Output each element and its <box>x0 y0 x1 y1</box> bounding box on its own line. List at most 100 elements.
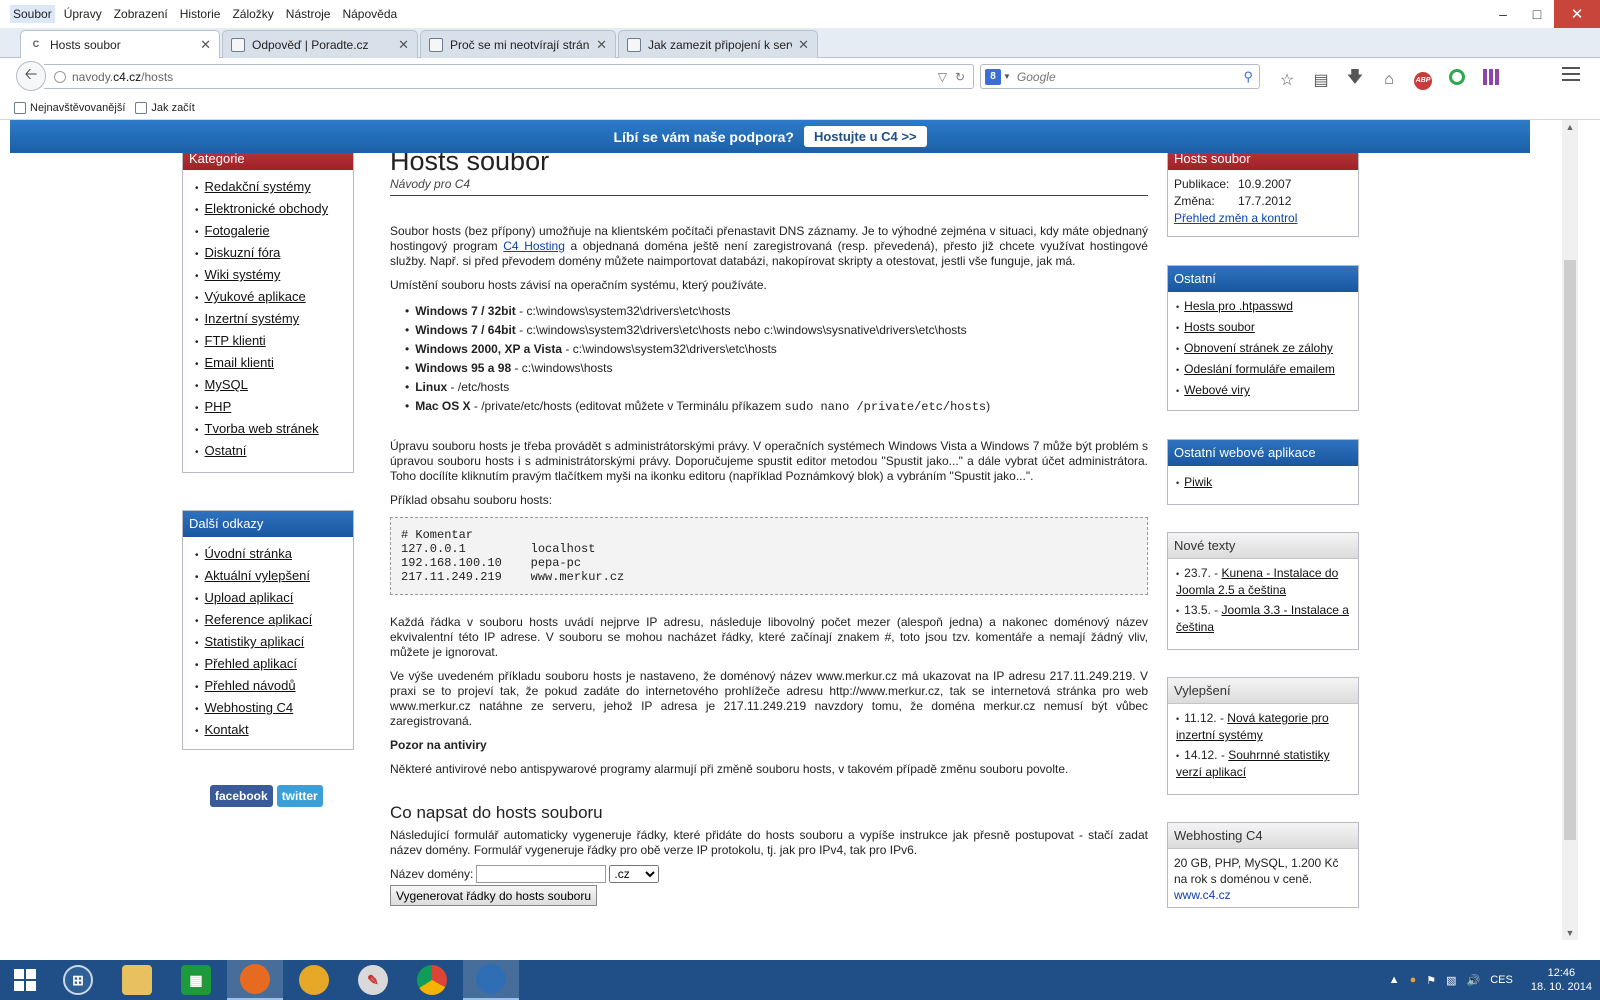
window-controls: – □ ✕ <box>1486 0 1600 28</box>
avast-icon[interactable]: ● <box>1410 974 1417 986</box>
maximize-icon[interactable]: □ <box>1520 0 1554 28</box>
tab-hosts-soubor[interactable]: C Hosts soubor ✕ <box>20 30 220 59</box>
clock[interactable]: 12:46 18. 10. 2014 <box>1531 966 1592 994</box>
close-tab-icon[interactable]: ✕ <box>200 37 211 53</box>
list-item: Windows 2000, XP a Vista - c:\windows\sy… <box>415 340 1148 359</box>
volume-icon[interactable]: 🔊 <box>1467 974 1481 987</box>
taskbar-mail[interactable] <box>286 960 342 1000</box>
zmena-value: 17.7.2012 <box>1238 194 1292 208</box>
taskbar-firefox[interactable] <box>227 960 283 1000</box>
taskbar-start-screen[interactable]: ⊞ <box>50 960 106 1000</box>
search-icon[interactable]: ⚲ <box>1243 69 1253 85</box>
url-text[interactable]: navody.c4.cz/hosts <box>72 70 938 84</box>
close-tab-icon[interactable]: ✕ <box>798 37 809 53</box>
start-button[interactable] <box>0 960 50 1000</box>
more-link[interactable]: Přehled aplikací <box>205 656 298 671</box>
more-link[interactable]: Reference aplikací <box>205 612 313 627</box>
category-link[interactable]: Ostatní <box>205 443 247 458</box>
promo-hosting-button[interactable]: Hostujte u C4 >> <box>803 126 927 147</box>
scroll-down-icon[interactable]: ▼ <box>1562 928 1578 938</box>
tray-expand-icon[interactable]: ▲ <box>1389 974 1400 986</box>
bookmark-getting-started[interactable]: Jak začít <box>135 101 195 114</box>
category-link[interactable]: PHP <box>205 399 232 414</box>
twitter-button[interactable]: twitter <box>276 785 323 807</box>
engine-dropdown-icon[interactable]: ▼ <box>1003 72 1011 81</box>
minimize-icon[interactable]: – <box>1486 0 1520 28</box>
taskbar-thunderbird[interactable] <box>463 960 519 1000</box>
menu-soubor[interactable]: Soubor <box>10 5 55 23</box>
menu-nastroje[interactable]: Nástroje <box>283 5 334 23</box>
category-link[interactable]: FTP klienti <box>205 333 266 348</box>
menu-zobrazeni[interactable]: Zobrazení <box>111 5 171 23</box>
bookmark-star-icon[interactable]: ☆ <box>1270 70 1304 90</box>
more-link[interactable]: Kontakt <box>205 722 249 737</box>
category-link[interactable]: Wiki systémy <box>205 267 281 282</box>
menu-hamburger-icon[interactable] <box>1562 67 1580 81</box>
tab-poradte[interactable]: Odpověď | Poradte.cz ✕ <box>222 30 418 58</box>
close-tab-icon[interactable]: ✕ <box>398 37 409 53</box>
page-scrollbar[interactable]: ▲ ▼ <box>1562 120 1578 940</box>
category-link[interactable]: Inzertní systémy <box>205 311 300 326</box>
close-window-icon[interactable]: ✕ <box>1554 0 1600 28</box>
category-link[interactable]: Elektronické obchody <box>205 201 329 216</box>
promo-banner: Líbí se vám naše podpora? Hostujte u C4 … <box>10 120 1530 153</box>
bookmark-most-visited[interactable]: Nejnavštěvovanější <box>14 101 125 114</box>
domain-input[interactable] <box>476 865 607 883</box>
menu-historie[interactable]: Historie <box>177 5 224 23</box>
more-link[interactable]: Přehled návodů <box>205 678 296 693</box>
generate-button[interactable]: Vygenerovat řádky do hosts souboru <box>390 885 598 906</box>
other-link[interactable]: Webové viry <box>1184 383 1250 397</box>
windows-orb-icon: ⊞ <box>63 965 93 995</box>
category-link[interactable]: Diskuzní fóra <box>205 245 281 260</box>
back-button[interactable]: 🡠 <box>16 61 46 91</box>
taskbar-explorer[interactable] <box>109 960 165 1000</box>
search-input[interactable] <box>1016 69 1244 84</box>
adblock-icon[interactable]: ABP <box>1406 69 1440 90</box>
menu-zalozky[interactable]: Záložky <box>229 5 276 23</box>
network-icon[interactable]: ▧ <box>1446 974 1456 987</box>
taskbar-paint[interactable]: ✎ <box>345 960 401 1000</box>
menu-napoveda[interactable]: Nápověda <box>339 5 400 23</box>
download-icon[interactable]: 🡇 <box>1338 66 1372 93</box>
tab-proc-se-mi[interactable]: Proč se mi neotvírají stránk... ✕ <box>420 30 616 58</box>
close-tab-icon[interactable]: ✕ <box>596 37 607 53</box>
home-icon[interactable]: ⌂ <box>1372 71 1406 89</box>
app-link[interactable]: Piwik <box>1184 475 1212 489</box>
webhosting-link[interactable]: www.c4.cz <box>1174 888 1231 902</box>
category-link[interactable]: Redakční systémy <box>205 179 311 194</box>
other-link[interactable]: Obnovení stránek ze zálohy <box>1184 341 1333 355</box>
grid-addon-icon[interactable] <box>1474 69 1508 90</box>
changes-link[interactable]: Přehled změn a kontrol <box>1174 210 1297 227</box>
green-circle-icon[interactable] <box>1440 69 1474 90</box>
url-prefix: navody. <box>72 69 114 84</box>
url-bar[interactable]: navody.c4.cz/hosts ▽ ↻ <box>44 64 974 89</box>
more-link[interactable]: Aktuální vylepšení <box>205 568 311 583</box>
taskbar-store[interactable]: ▦ <box>168 960 224 1000</box>
reload-icon[interactable]: ↻ <box>955 70 965 84</box>
more-link[interactable]: Upload aplikací <box>205 590 294 605</box>
category-link[interactable]: Tvorba web stránek <box>205 421 319 436</box>
language-indicator[interactable]: CES <box>1490 974 1513 986</box>
taskbar-chrome[interactable] <box>404 960 460 1000</box>
other-link[interactable]: Hosts soubor <box>1184 320 1255 334</box>
scroll-up-icon[interactable]: ▲ <box>1562 122 1578 132</box>
tld-select[interactable]: .cz <box>609 865 660 883</box>
tab-jak-zamezit[interactable]: Jak zamezit připojení k serv... ✕ <box>618 30 818 58</box>
scroll-thumb[interactable] <box>1564 260 1576 840</box>
other-link[interactable]: Odeslání formuláře emailem <box>1184 362 1335 376</box>
more-link[interactable]: Webhosting C4 <box>205 700 294 715</box>
action-center-flag-icon[interactable]: ⚑ <box>1426 974 1436 987</box>
facebook-button[interactable]: facebook <box>210 785 273 807</box>
bookmarks-list-icon[interactable]: ▤ <box>1304 70 1338 90</box>
category-link[interactable]: Email klienti <box>205 355 274 370</box>
category-link[interactable]: Výukové aplikace <box>205 289 306 304</box>
category-link[interactable]: MySQL <box>205 377 248 392</box>
more-link[interactable]: Statistiky aplikací <box>205 634 305 649</box>
menu-upravy[interactable]: Úpravy <box>61 5 105 23</box>
other-link[interactable]: Hesla pro .htpasswd <box>1184 299 1293 313</box>
search-engine-icon[interactable]: 8 <box>985 68 1001 85</box>
dropdown-arrow-icon[interactable]: ▽ <box>938 70 947 84</box>
category-link[interactable]: Fotogalerie <box>205 223 270 238</box>
c4-hosting-link[interactable]: C4 Hosting <box>503 239 565 253</box>
more-link[interactable]: Úvodní stránka <box>205 546 292 561</box>
